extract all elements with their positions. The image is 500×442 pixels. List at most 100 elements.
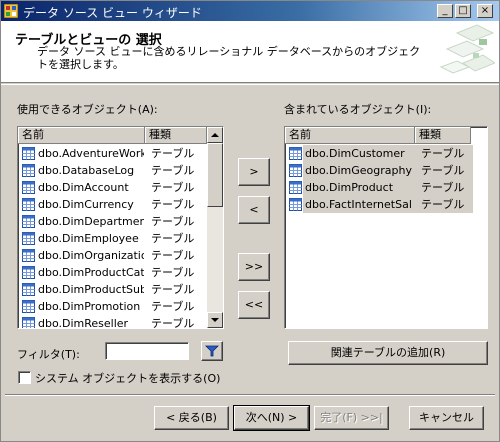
remove-all-button[interactable]: << [238, 291, 270, 319]
filter-button[interactable] [201, 341, 223, 361]
available-scrollbar[interactable] [207, 127, 223, 328]
back-button[interactable]: < 戻る(B) [154, 406, 229, 430]
show-system-objects-label[interactable]: システム オブジェクトを表示する(O) [35, 370, 220, 386]
table-icon [22, 232, 35, 245]
available-objects-label: 使用できるオブジェクト(A): [17, 103, 158, 116]
item-type: テーブル [151, 147, 195, 160]
add-all-button[interactable]: >> [238, 253, 270, 281]
table-icon [22, 283, 35, 296]
item-type: テーブル [151, 283, 195, 296]
table-icon [22, 181, 35, 194]
funnel-icon [205, 345, 219, 357]
item-name: dbo.DimDepartment... [38, 215, 144, 228]
wizard-window: データ ソース ビュー ウィザード _ □ × テーブルとビューの 選択 データ… [0, 0, 500, 442]
maximize-button[interactable]: □ [455, 4, 471, 18]
list-item[interactable]: dbo.DimCurrency テーブル [18, 196, 206, 213]
item-name: dbo.DimAccount [38, 181, 129, 194]
remove-button[interactable]: < [238, 196, 270, 224]
included-objects-label: 含まれているオブジェクト(I): [284, 103, 432, 116]
table-icon [22, 198, 35, 211]
item-type: テーブル [151, 232, 195, 245]
list-item[interactable]: dbo.DimProductSub... テーブル [18, 281, 206, 298]
header-separator [1, 84, 499, 85]
included-col-name[interactable]: 名前 [285, 127, 415, 144]
footer-separator [5, 394, 495, 396]
item-type: テーブル [421, 198, 465, 211]
list-item[interactable]: dbo.DimProductCat... テーブル [18, 264, 206, 281]
item-name: dbo.DimCurrency [38, 198, 134, 211]
table-icon [22, 164, 35, 177]
item-name: dbo.DimEmployee [38, 232, 139, 245]
item-type: テーブル [151, 198, 195, 211]
included-objects-list[interactable]: 名前 種類 dbo.DimCustomer テーブル dbo.DimGeograph… [284, 126, 488, 329]
item-name: dbo.FactInternetSal... [305, 198, 413, 211]
item-type: テーブル [151, 181, 195, 194]
table-icon [22, 266, 35, 279]
item-name: dbo.DimProduct [305, 181, 394, 194]
cancel-button[interactable]: キャンセル [409, 406, 484, 430]
included-col-type[interactable]: 種類 [415, 127, 471, 144]
list-item[interactable]: dbo.DimOrganization テーブル [18, 247, 206, 264]
list-item[interactable]: dbo.FactInternetSal... テーブル [285, 196, 485, 213]
show-system-objects-checkbox[interactable] [18, 371, 31, 384]
add-related-tables-button[interactable]: 関連テーブルの追加(R) [288, 341, 488, 365]
scroll-down-button[interactable] [207, 312, 223, 328]
list-item[interactable]: dbo.DatabaseLog テーブル [18, 162, 206, 179]
list-item[interactable]: dbo.DimDepartment... テーブル [18, 213, 206, 230]
table-icon [289, 181, 302, 194]
table-icon [289, 147, 302, 160]
item-type: テーブル [151, 215, 195, 228]
filter-label: フィルタ(T): [17, 348, 80, 361]
table-icon [289, 198, 302, 211]
table-icon [289, 164, 302, 177]
app-icon [4, 4, 18, 18]
add-button[interactable]: > [238, 158, 270, 186]
close-button[interactable]: × [477, 4, 493, 18]
list-item[interactable]: dbo.DimProduct テーブル [285, 179, 485, 196]
scroll-thumb[interactable] [207, 143, 223, 207]
list-item[interactable]: dbo.DimEmployee テーブル [18, 230, 206, 247]
title-bar[interactable]: データ ソース ビュー ウィザード _ □ × [1, 1, 499, 21]
scroll-up-button[interactable] [207, 127, 223, 143]
item-type: テーブル [151, 300, 195, 313]
table-icon [22, 300, 35, 313]
available-objects-list[interactable]: 名前 種類 dbo.AdventureWork...テーブルdbo.Databa… [17, 126, 224, 329]
available-col-name[interactable]: 名前 [18, 127, 145, 144]
item-type: テーブル [151, 317, 195, 329]
wizard-decoration-icon [439, 24, 495, 74]
item-name: dbo.DimReseller [38, 317, 129, 329]
next-button[interactable]: 次へ(N) > [233, 405, 310, 431]
finish-button[interactable]: 完了(F) >>| [314, 406, 389, 430]
minimize-button[interactable]: _ [437, 4, 453, 18]
window-title: データ ソース ビュー ウィザード [23, 6, 202, 20]
item-type: テーブル [151, 249, 195, 262]
item-name: dbo.DimPromotion [38, 300, 141, 313]
table-icon [22, 249, 35, 262]
scroll-up-arrow-icon [211, 133, 219, 137]
list-item[interactable]: dbo.DimAccount テーブル [18, 179, 206, 196]
list-item[interactable]: dbo.DimReseller テーブル [18, 315, 206, 329]
page-description: データ ソース ビューに含めるリレーショナル データベースからのオブジェクトを選… [37, 45, 421, 71]
table-icon [22, 215, 35, 228]
list-item[interactable]: dbo.DimGeography テーブル [285, 162, 485, 179]
item-name: dbo.DimGeography [305, 164, 412, 177]
item-name: dbo.AdventureWork... [38, 147, 144, 160]
item-type: テーブル [421, 181, 465, 194]
item-name: dbo.DimProductCat... [38, 266, 144, 279]
list-item[interactable]: dbo.DimPromotion テーブル [18, 298, 206, 315]
item-type: テーブル [151, 164, 195, 177]
item-name: dbo.DatabaseLog [38, 164, 135, 177]
wizard-header: テーブルとビューの 選択 データ ソース ビューに含めるリレーショナル データベ… [1, 21, 499, 83]
table-icon [22, 147, 35, 160]
item-name: dbo.DimProductSub... [38, 283, 144, 296]
item-name: dbo.DimOrganization [38, 249, 144, 262]
item-name: dbo.DimCustomer [305, 147, 405, 160]
list-item[interactable]: dbo.DimCustomer テーブル [285, 145, 485, 162]
scroll-down-arrow-icon [211, 318, 219, 322]
list-item[interactable]: dbo.AdventureWork... テーブル [18, 145, 206, 162]
item-type: テーブル [151, 266, 195, 279]
item-type: テーブル [421, 147, 465, 160]
available-col-type[interactable]: 種類 [145, 127, 207, 144]
filter-input[interactable] [105, 342, 189, 360]
item-type: テーブル [421, 164, 465, 177]
